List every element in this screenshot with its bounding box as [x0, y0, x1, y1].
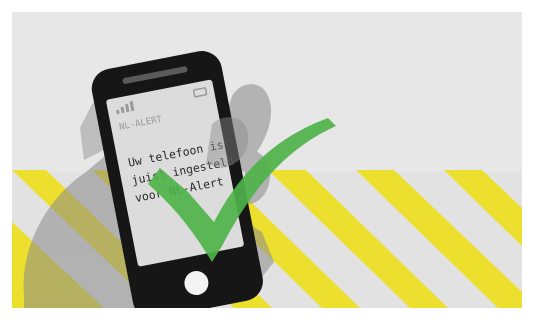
alert-illustration: NL-ALERT Uw telefoon is juist ingesteld … — [0, 0, 534, 320]
illustration-canvas: NL-ALERT Uw telefoon is juist ingesteld … — [0, 0, 534, 320]
